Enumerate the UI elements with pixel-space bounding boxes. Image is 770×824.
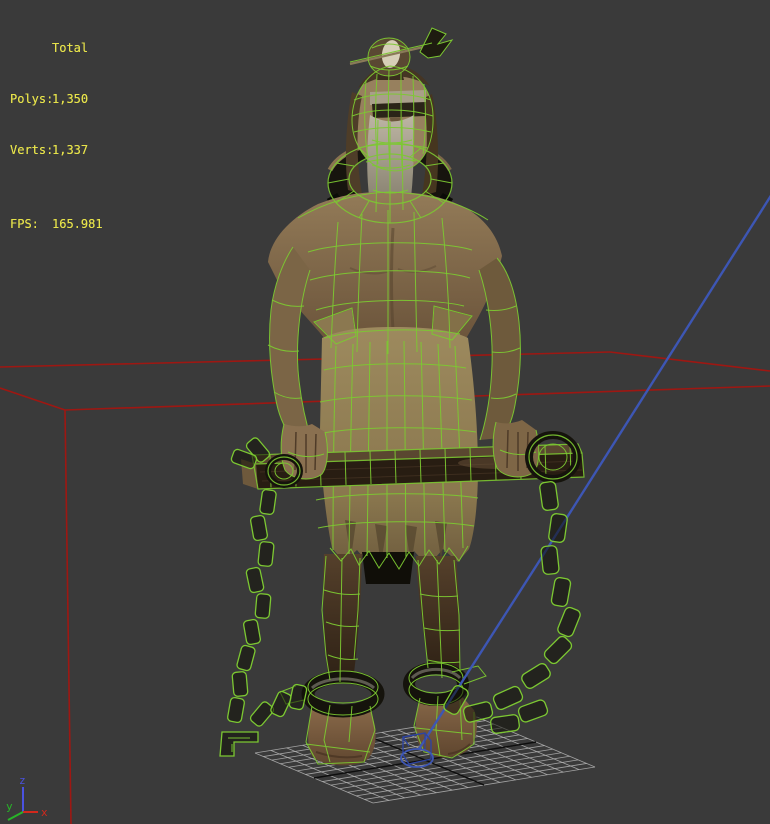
stats-fps-label: FPS: <box>10 217 39 231</box>
stats-verts-row: Verts:1,337 <box>10 142 103 159</box>
stats-fps-row: FPS: 165.981 <box>10 216 103 233</box>
stats-polys-label: Polys: <box>10 92 54 106</box>
axis-y-line <box>7 811 24 821</box>
stats-verts-value: 1,337 <box>52 143 89 157</box>
world-axis-tripod: z x y <box>6 774 48 821</box>
axis-y-label: y <box>6 800 13 813</box>
axis-z-label: z <box>19 774 26 787</box>
viewport-stats: Total Polys:1,350 Verts:1,337 FPS: 165.98… <box>10 6 103 267</box>
axis-x-label: x <box>41 806 48 819</box>
blue-bone-line-upper <box>538 194 770 561</box>
character-mesh[interactable] <box>267 27 521 766</box>
scene-canvas[interactable]: z x y <box>0 0 770 824</box>
skirt <box>320 327 478 568</box>
stats-total-row: Total <box>10 40 103 57</box>
right-arm <box>479 258 521 440</box>
left-leg <box>323 554 362 682</box>
viewport-3d[interactable]: Total Polys:1,350 Verts:1,337 FPS: 165.98… <box>0 0 770 824</box>
stats-total-label: Total <box>52 41 89 55</box>
stats-verts-label: Verts: <box>10 143 54 157</box>
stats-polys-row: Polys:1,350 <box>10 91 103 108</box>
stats-polys-value: 1,350 <box>52 92 89 106</box>
stats-fps-value: 165.981 <box>52 217 103 231</box>
